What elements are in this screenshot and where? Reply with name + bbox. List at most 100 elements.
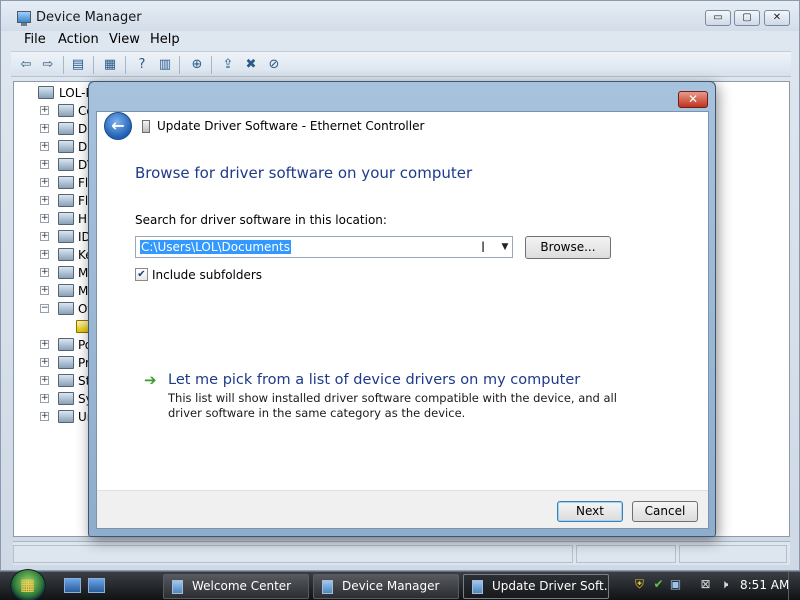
pick-from-list-link[interactable]: Let me pick from a list of device driver… [168,372,580,388]
properties-icon[interactable]: ▦ [101,56,119,74]
security-shield-icon[interactable]: ⛨ [632,577,647,592]
minimize-button[interactable]: ▭ [705,10,731,26]
tree-item[interactable] [14,318,94,336]
menu-file[interactable]: File [24,32,46,47]
device-manager-icon [17,11,31,26]
mouse-icon [58,266,74,279]
expand-icon[interactable]: + [40,178,49,187]
toolbar: ⇦ ⇨ ▤ ▦ ? ▥ ⊕ ⇪ ✖ ⊘ [11,51,791,77]
dialog-close-button[interactable]: ✕ [678,91,708,108]
tree-item[interactable]: + Hu [14,210,95,228]
uninstall-icon[interactable]: ✖ [242,56,260,74]
tree-item[interactable]: + Po [14,336,94,354]
monitor-icon [58,284,74,297]
expand-icon[interactable]: + [40,142,49,151]
welcome-center-icon [172,580,183,594]
expand-icon[interactable]: + [40,196,49,205]
show-desktop-icon[interactable] [64,578,81,593]
expand-icon[interactable]: + [40,214,49,223]
tree-item[interactable]: + DV [14,156,95,174]
start-button[interactable] [10,569,46,600]
switch-windows-icon[interactable] [88,578,105,593]
green-arrow-icon[interactable]: ➔ [144,371,157,389]
network-disconnected-icon[interactable]: ⊠ [698,577,713,592]
menu-help[interactable]: Help [150,32,180,47]
expand-icon[interactable]: + [40,340,49,349]
pick-from-list-description: This list will show installed driver sof… [168,391,617,420]
expand-icon[interactable]: + [40,232,49,241]
status-cell [576,545,676,563]
display-adapter-icon [58,140,74,153]
device-icon [142,120,150,133]
expand-icon[interactable]: + [40,286,49,295]
cancel-button[interactable]: Cancel [632,501,698,522]
dialog-heading: Browse for driver software on your compu… [135,164,473,182]
tree-item[interactable]: + M [14,264,94,282]
browse-button[interactable]: Browse... [525,236,611,259]
floppy-drive-icon [58,194,74,207]
network-check-icon[interactable]: ✔ [651,577,666,592]
expand-icon[interactable]: + [40,124,49,133]
forward-arrow-icon[interactable]: ⇨ [39,56,57,74]
clock[interactable]: 8:51 AM [740,578,789,592]
tree-item[interactable]: + Co [14,102,94,120]
show-desktop-strip[interactable] [788,572,800,600]
task-device-manager[interactable]: Device Manager [313,574,459,599]
expand-icon[interactable]: + [40,412,49,421]
tree-item[interactable]: + M [14,282,94,300]
expand-icon[interactable]: + [40,394,49,403]
expand-icon[interactable]: + [40,160,49,169]
back-button[interactable]: ← [104,112,132,140]
taskbar: Welcome Center Device Manager Update Dri… [0,569,800,600]
task-update-driver[interactable]: Update Driver Soft... [463,574,609,599]
disable-device-icon[interactable]: ⊘ [265,56,283,74]
dropdown-arrow-icon[interactable]: ▼ [497,237,513,257]
tree-item[interactable]: + Sy [14,390,94,408]
menu-view[interactable]: View [109,32,140,47]
toolbar-separator [93,56,94,74]
usb-icon [58,410,74,423]
close-button[interactable]: ✕ [764,10,790,26]
help-icon[interactable]: ? [133,56,151,74]
tree-item[interactable]: + Ur [14,408,94,426]
toolbar-separator [125,56,126,74]
show-hide-action-pane-icon[interactable]: ▥ [156,56,174,74]
maximize-button[interactable]: ▢ [734,10,760,26]
update-driver-icon[interactable]: ⇪ [219,56,237,74]
show-hide-console-tree-icon[interactable]: ▤ [69,56,87,74]
tree-item-label: Fl [78,176,89,190]
network-status-icon[interactable]: ▣ [668,577,683,592]
task-welcome-center[interactable]: Welcome Center [163,574,309,599]
back-arrow-icon[interactable]: ⇦ [17,56,35,74]
expand-icon[interactable]: + [40,358,49,367]
expand-icon[interactable]: + [40,376,49,385]
scan-hardware-icon[interactable]: ⊕ [188,56,206,74]
path-combobox[interactable]: C:\Users\LOL\Documents I ▼ [135,236,513,258]
next-button[interactable]: Next [557,501,623,522]
expand-icon[interactable]: + [40,106,49,115]
tree-item[interactable]: + Fl [14,174,94,192]
expand-icon[interactable]: + [40,250,49,259]
expand-icon[interactable]: + [40,268,49,277]
device-manager-icon [322,580,333,594]
computer-icon [58,104,74,117]
tree-item[interactable]: + St [14,372,94,390]
toolbar-separator [211,56,212,74]
tree-item[interactable]: + Di [14,120,94,138]
menu-action[interactable]: Action [58,32,99,47]
volume-muted-icon[interactable]: 🕨 [717,577,732,592]
tree-item[interactable]: − Ot [14,300,94,318]
collapse-icon[interactable]: − [40,304,49,313]
path-input-value[interactable]: C:\Users\LOL\Documents [140,240,291,254]
task-label: Device Manager [342,579,440,593]
tree-item-label: M [78,266,89,280]
tree-item[interactable]: + Fl [14,192,94,210]
tree-item[interactable]: + Di [14,138,94,156]
tree-item[interactable]: + ID [14,228,94,246]
window-titlebar[interactable]: Device Manager ▭ ▢ ✕ [1,1,799,31]
status-cell [679,545,787,563]
tree-item[interactable]: + Pr [14,354,94,372]
include-subfolders-label[interactable]: Include subfolders [152,268,262,282]
tree-item[interactable]: + Ke [14,246,94,264]
include-subfolders-checkbox[interactable]: ✔ [135,268,148,281]
